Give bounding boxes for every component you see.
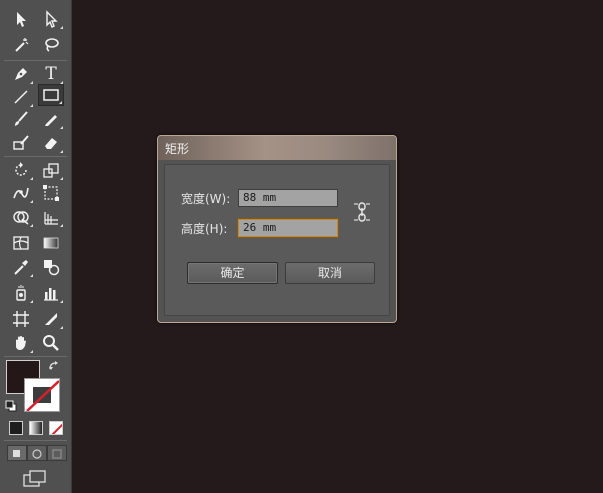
draw-inside-button[interactable] [47, 445, 67, 461]
hand-tool[interactable] [8, 332, 34, 354]
none-slash-icon [51, 423, 62, 434]
lasso-tool[interactable] [38, 34, 64, 56]
eyedropper-tool-icon [14, 260, 28, 275]
line-segment-tool[interactable] [8, 86, 34, 108]
rectangle-dialog: 矩形 宽度(W): 88 mm 高度(H): 26 mm 确定 取消 [157, 135, 397, 323]
lasso-tool-icon [45, 38, 59, 52]
width-field[interactable]: 88 mm [238, 189, 338, 207]
gradient-mode-button[interactable] [29, 421, 43, 435]
cancel-button[interactable]: 取消 [285, 262, 375, 284]
eyedropper-tool[interactable] [8, 256, 34, 278]
rectangle-tool[interactable] [38, 84, 64, 106]
blend-tool[interactable] [38, 256, 64, 278]
eraser-tool-icon [45, 138, 57, 149]
none-mode-button[interactable] [49, 421, 63, 435]
default-fill-stroke-icon[interactable] [5, 400, 17, 412]
tools-panel: T [0, 0, 72, 493]
magic-wand-tool[interactable] [8, 34, 34, 56]
type-tool-icon: T [45, 64, 57, 84]
direct-selection-tool[interactable] [38, 8, 64, 30]
artboard-tool[interactable] [8, 308, 34, 330]
column-graph-tool-icon [44, 288, 58, 301]
link-proportions-icon[interactable] [353, 201, 371, 223]
shape-builder-tool-icon [13, 211, 29, 225]
direct-selection-tool-icon [46, 10, 58, 28]
no-stroke-slash-icon [26, 380, 59, 411]
blend-tool-icon [44, 260, 60, 276]
draw-behind-icon [32, 449, 42, 459]
dialog-title: 矩形 [165, 142, 190, 156]
zoom-tool-icon [43, 335, 59, 351]
stroke-color-swatch[interactable] [24, 378, 60, 412]
symbol-sprayer-tool[interactable] [8, 282, 34, 304]
height-label: 高度(H): [181, 222, 228, 236]
mesh-tool[interactable] [8, 232, 34, 254]
column-graph-tool[interactable] [38, 282, 64, 304]
perspective-grid-tool-icon [44, 212, 58, 225]
magic-wand-tool-icon [15, 38, 29, 52]
mesh-tool-icon [13, 236, 29, 250]
paintbrush-tool-icon [15, 111, 28, 126]
scale-tool-icon [43, 163, 59, 178]
draw-normal-icon [13, 450, 20, 457]
dialog-panel: 宽度(W): 88 mm 高度(H): 26 mm 确定 取消 [164, 164, 390, 316]
free-transform-tool[interactable] [38, 182, 64, 204]
artboard-tool-icon [13, 311, 29, 327]
eraser-tool[interactable] [38, 132, 64, 154]
color-mode-button[interactable] [9, 421, 23, 435]
swap-fill-stroke-icon[interactable] [48, 360, 60, 372]
width-tool[interactable] [8, 182, 34, 204]
rectangle-tool-icon [43, 89, 59, 101]
selection-tool[interactable] [8, 8, 34, 30]
pen-tool[interactable] [8, 63, 34, 85]
draw-behind-button[interactable] [27, 445, 47, 461]
type-tool[interactable]: T [38, 63, 64, 85]
draw-normal-button[interactable] [7, 445, 27, 461]
paintbrush-tool[interactable] [8, 108, 34, 130]
zoom-tool[interactable] [38, 332, 64, 354]
blob-brush-tool-icon [13, 135, 29, 150]
line-segment-tool-icon [14, 90, 28, 104]
rotate-tool[interactable] [8, 159, 34, 181]
pencil-tool-icon [45, 115, 57, 126]
dialog-titlebar[interactable]: 矩形 [158, 136, 396, 160]
scale-tool[interactable] [38, 159, 64, 181]
slice-tool[interactable] [38, 308, 64, 330]
draw-inside-icon [52, 449, 62, 459]
width-tool-icon [13, 187, 29, 199]
symbol-sprayer-tool-icon [16, 285, 26, 301]
perspective-grid-tool[interactable] [38, 206, 64, 228]
width-label: 宽度(W): [181, 192, 231, 206]
blob-brush-tool[interactable] [8, 132, 34, 154]
gradient-tool-icon [43, 237, 59, 249]
pencil-tool[interactable] [38, 108, 64, 130]
slice-tool-icon [45, 313, 57, 325]
screen-mode-icon[interactable] [23, 470, 47, 488]
rotate-tool-icon [15, 162, 27, 176]
shape-builder-tool[interactable] [8, 206, 34, 228]
gradient-tool[interactable] [38, 232, 64, 254]
free-transform-tool-icon [43, 185, 59, 201]
height-field[interactable]: 26 mm [238, 219, 338, 237]
selection-tool-icon [17, 12, 26, 27]
ok-button[interactable]: 确定 [187, 262, 278, 284]
pen-tool-icon [15, 68, 27, 80]
hand-tool-icon [16, 336, 26, 350]
